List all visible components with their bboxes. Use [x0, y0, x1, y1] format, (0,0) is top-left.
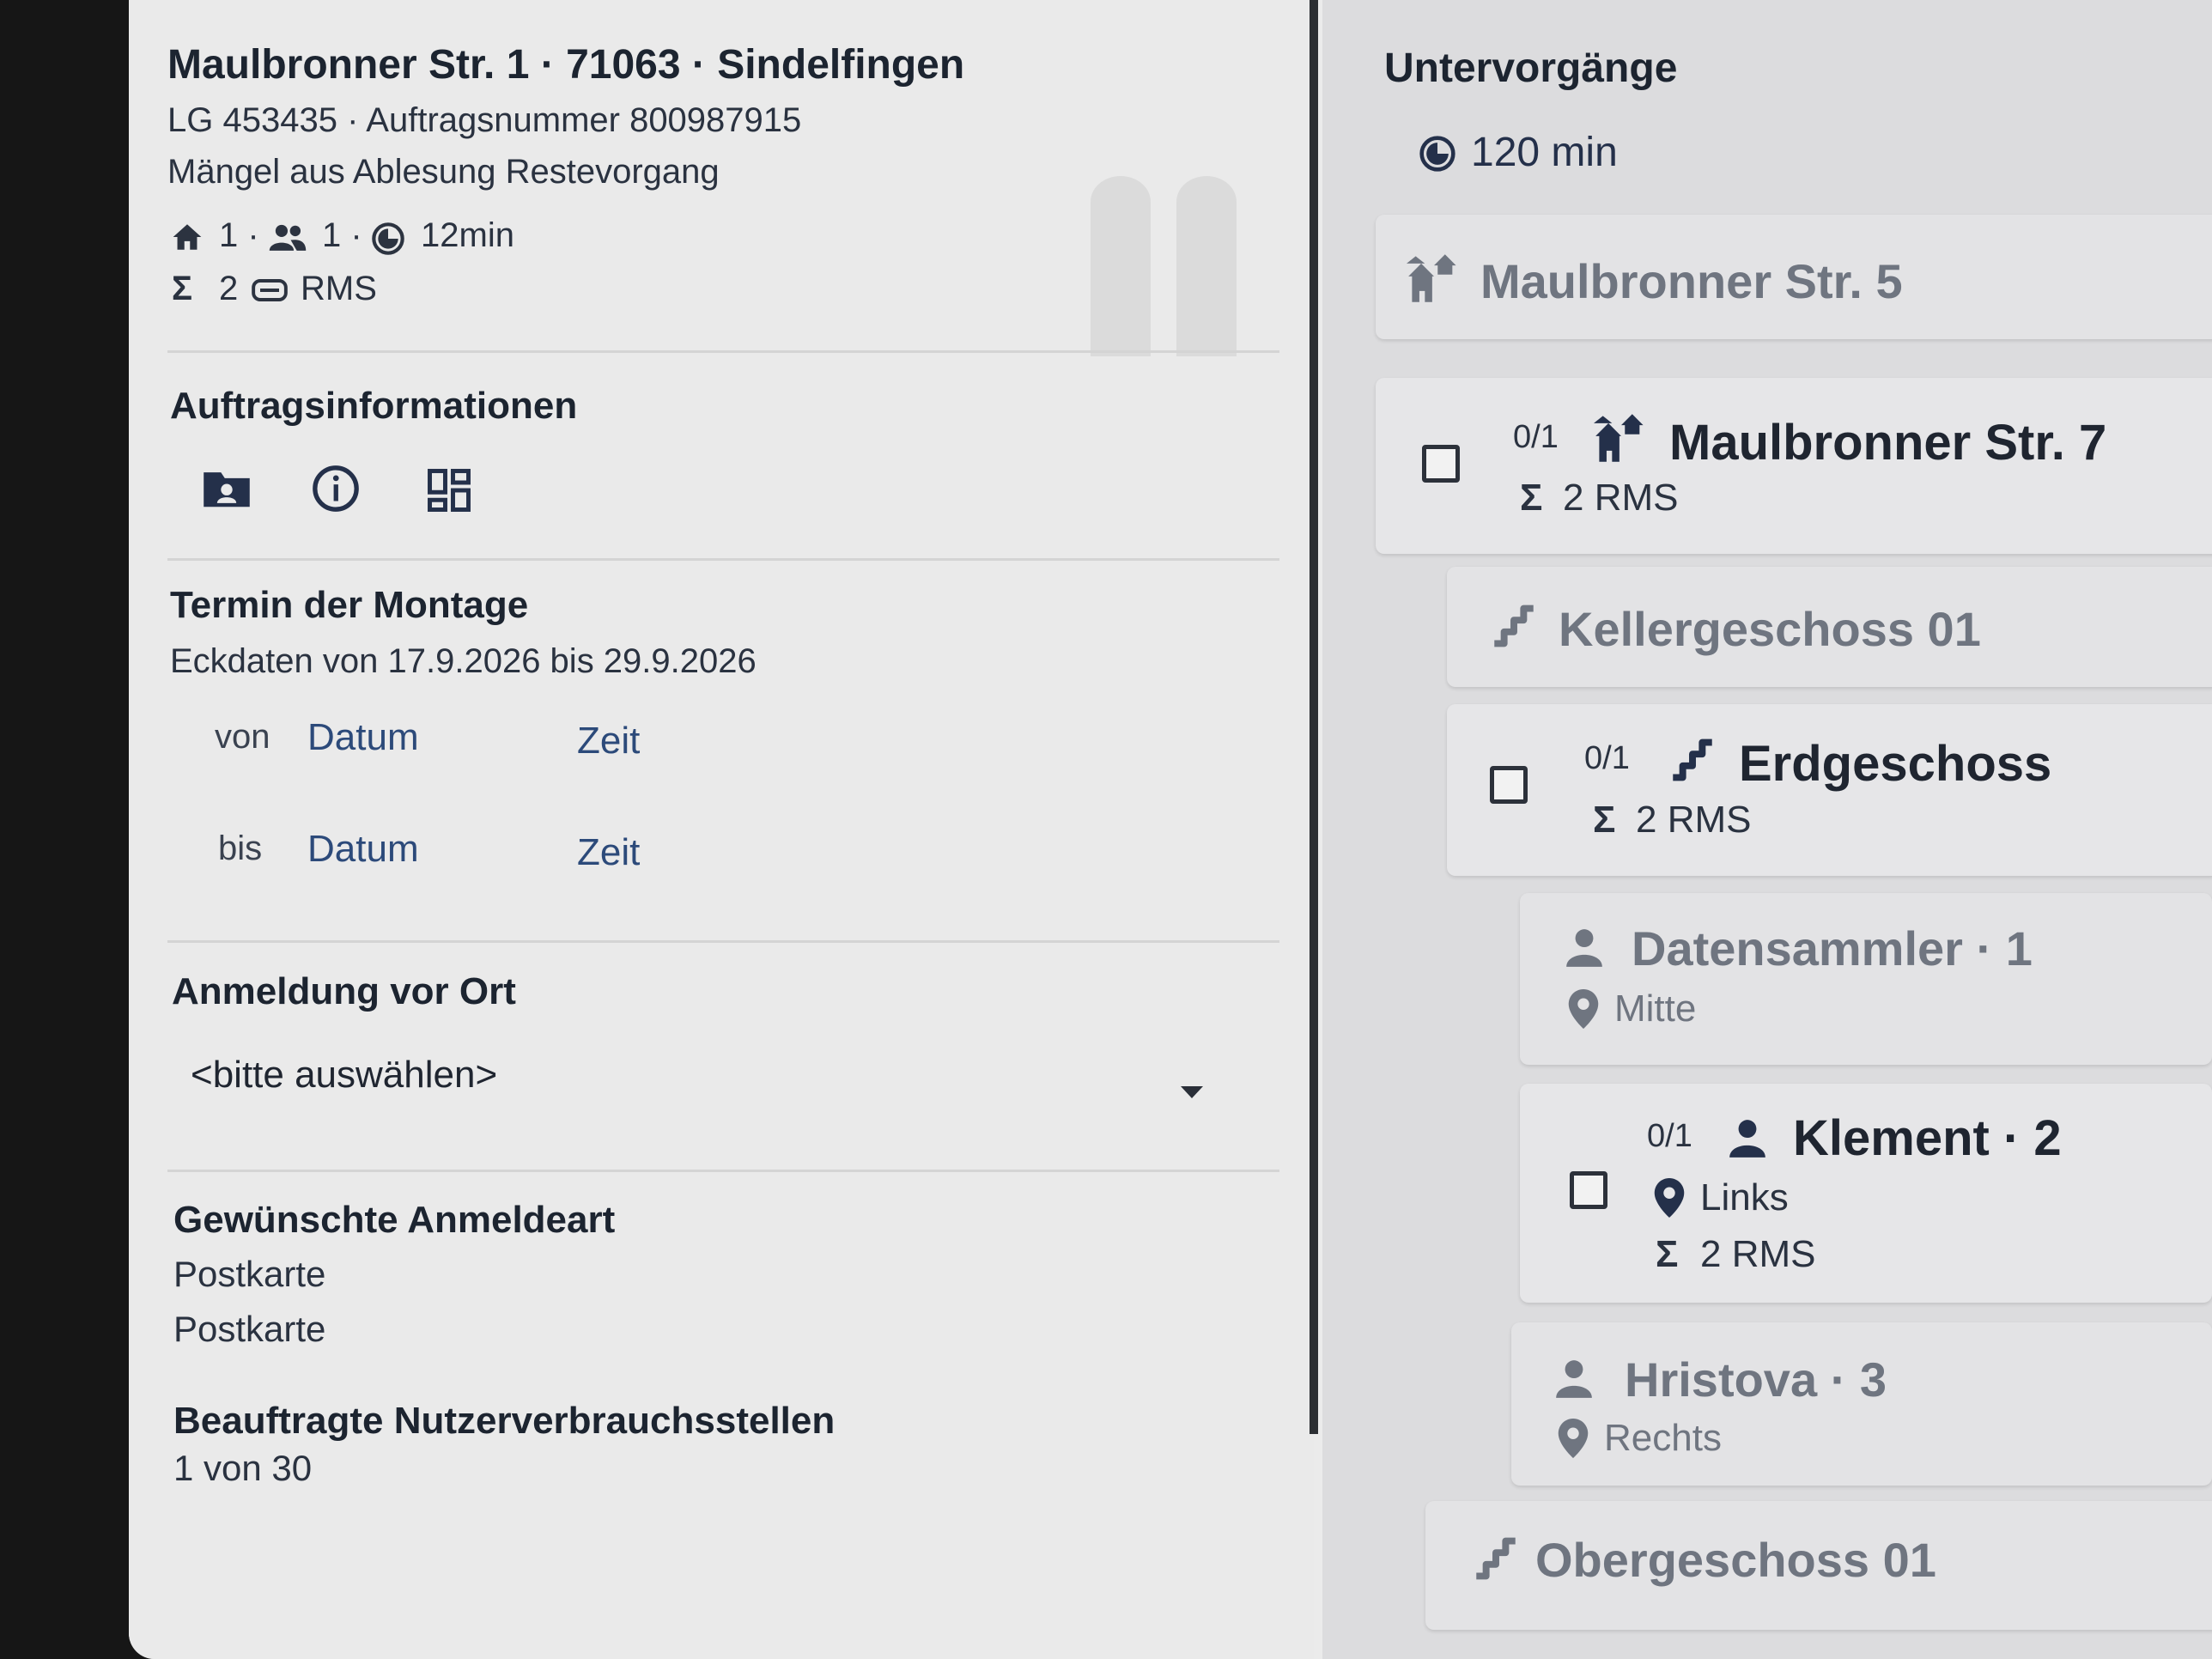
sigma-icon: Σ — [1593, 799, 1616, 841]
houses-icon — [1594, 414, 1644, 462]
desired-type-value-1: Postkarte — [173, 1254, 326, 1294]
stat-persons: 1 · — [322, 216, 362, 254]
info-icon[interactable] — [311, 464, 361, 514]
sigma-icon: Σ — [1656, 1233, 1679, 1275]
meter-icon — [252, 279, 288, 301]
stairs-icon — [1673, 738, 1712, 781]
item-location: Mitte — [1614, 988, 1697, 1030]
commissioned-value: 1 von 30 — [173, 1448, 313, 1488]
item-fraction: 0/1 — [1647, 1118, 1692, 1154]
item-location: Links — [1700, 1176, 1789, 1218]
registration-select[interactable]: <bitte auswählen> — [180, 1043, 1245, 1121]
to-time-input[interactable]: Zeit — [577, 831, 640, 874]
sub-process-item[interactable]: 0/1 Klement · 2 Links Σ 2 RMS — [1520, 1084, 2212, 1303]
desired-type-value-2: Postkarte — [173, 1309, 326, 1349]
sub-process-item[interactable]: Datensammler · 1 Mitte — [1520, 893, 2212, 1065]
item-fraction: 0/1 — [1584, 740, 1630, 776]
from-time-input[interactable]: Zeit — [577, 720, 640, 763]
location-pin-icon — [1568, 989, 1599, 1029]
from-label: von — [215, 718, 270, 756]
commissioned-title: Beauftragte Nutzerverbrauchsstellen — [173, 1400, 836, 1442]
item-sum: 2 RMS — [1563, 477, 1679, 519]
stat-unit: RMS — [301, 270, 377, 307]
item-title: Maulbronner Str. 7 — [1669, 415, 2107, 471]
total-duration: 120 min — [1471, 130, 1618, 175]
stairs-icon — [1476, 1537, 1516, 1580]
sub-process-item[interactable]: Obergeschoss 01 — [1425, 1501, 2212, 1630]
item-title: Kellergeschoss 01 — [1559, 602, 1981, 656]
location-pin-icon — [1558, 1419, 1589, 1458]
item-title: Klement · 2 — [1793, 1110, 2062, 1166]
sigma-icon: Σ — [172, 270, 193, 307]
divider — [167, 940, 1279, 943]
sub-process-item[interactable]: Hristova · 3 Rechts — [1511, 1322, 2212, 1486]
stat-sum: 2 — [219, 270, 239, 307]
location-pin-icon — [1654, 1178, 1685, 1218]
item-title: Erdgeschoss — [1739, 736, 2052, 792]
item-fraction: 0/1 — [1513, 419, 1559, 455]
order-description: Mängel aus Ablesung Restevorgang — [167, 153, 720, 191]
app-screen: Maulbronner Str. 1 · 71063 · Sindelfinge… — [129, 0, 2212, 1659]
item-location: Rechts — [1604, 1417, 1722, 1459]
appointment-range: Eckdaten von 17.9.2026 bis 29.9.2026 — [170, 642, 757, 680]
item-title: Maulbronner Str. 5 — [1480, 254, 1903, 308]
item-title: Hristova · 3 — [1625, 1352, 1887, 1407]
people-icon — [269, 224, 307, 251]
divider — [167, 1170, 1279, 1172]
home-icon — [173, 224, 202, 250]
order-info-title: Auftragsinformationen — [170, 385, 578, 427]
item-title: Obergeschoss 01 — [1535, 1533, 1936, 1587]
order-address: Maulbronner Str. 1 · 71063 · Sindelfinge… — [167, 42, 965, 88]
item-sum: 2 RMS — [1700, 1233, 1816, 1275]
sub-process-item[interactable]: Kellergeschoss 01 — [1447, 567, 2212, 687]
item-sum: 2 RMS — [1636, 799, 1752, 841]
to-date-input[interactable]: Datum — [307, 828, 419, 871]
sub-process-item[interactable]: 0/1 Erdgeschoss Σ 2 RMS — [1447, 704, 2212, 876]
timer-icon — [1419, 136, 1455, 172]
person-icon — [1556, 1360, 1592, 1398]
divider — [167, 350, 1279, 353]
sigma-icon: Σ — [1520, 477, 1543, 519]
dashboard-icon[interactable] — [426, 467, 472, 514]
desired-type-title: Gewünschte Anmeldeart — [173, 1199, 616, 1241]
panel-divider — [1310, 0, 1318, 1434]
houses-icon — [1407, 254, 1456, 302]
sub-process-title: Untervorgänge — [1384, 46, 1678, 91]
stairs-icon — [1494, 605, 1534, 647]
person-icon — [1566, 929, 1602, 967]
item-checkbox[interactable] — [1422, 445, 1460, 483]
watermark-towers-icon — [1091, 176, 1237, 356]
sub-process-item[interactable]: Maulbronner Str. 5 — [1376, 215, 2212, 339]
appointment-title: Termin der Montage — [170, 584, 529, 626]
sub-process-item[interactable]: 0/1 Maulbronner Str. 7 Σ 2 RMS — [1376, 378, 2212, 554]
sub-process-panel: Untervorgänge 120 min Maulbronner Str. 5… — [1322, 0, 2212, 1659]
stat-duration: 12min — [421, 216, 514, 254]
folder-person-icon[interactable] — [202, 466, 252, 509]
order-number-line: LG 453435 · Auftragsnummer 800987915 — [167, 101, 802, 139]
person-icon — [1729, 1120, 1765, 1158]
item-checkbox[interactable] — [1570, 1171, 1607, 1209]
registration-title: Anmeldung vor Ort — [172, 970, 516, 1012]
divider — [167, 558, 1279, 561]
stat-houses: 1 · — [219, 216, 259, 254]
order-detail-panel: Maulbronner Str. 1 · 71063 · Sindelfinge… — [129, 0, 1314, 1659]
item-checkbox[interactable] — [1490, 766, 1528, 804]
from-date-input[interactable]: Datum — [307, 716, 419, 759]
to-label: bis — [218, 830, 263, 867]
dropdown-arrow-icon — [1181, 1086, 1203, 1098]
registration-selected-value: <bitte auswählen> — [191, 1054, 498, 1096]
item-title: Datensammler · 1 — [1632, 921, 2033, 975]
timer-icon — [372, 222, 404, 255]
